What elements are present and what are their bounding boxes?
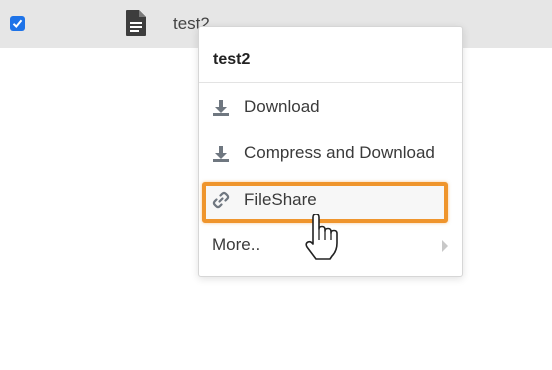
file-checkbox[interactable] (10, 16, 25, 31)
menu-item-compress-download[interactable]: Compress and Download (199, 136, 462, 172)
menu-item-label: FileShare (244, 190, 317, 209)
chevron-right-icon (442, 240, 448, 252)
menu-title: test2 (213, 51, 251, 68)
menu-divider (199, 82, 462, 83)
hand-pointer-icon (305, 214, 338, 260)
checkmark-icon (12, 19, 23, 28)
download-icon (213, 146, 229, 162)
menu-item-label: Download (244, 97, 320, 116)
menu-item-fileshare[interactable]: FileShare (199, 182, 462, 223)
download-icon (213, 100, 229, 116)
menu-item-download[interactable]: Download (199, 90, 462, 126)
document-icon (126, 10, 146, 36)
link-icon (212, 191, 230, 209)
menu-item-label: More.. (212, 235, 261, 254)
menu-item-label: Compress and Download (244, 143, 435, 162)
